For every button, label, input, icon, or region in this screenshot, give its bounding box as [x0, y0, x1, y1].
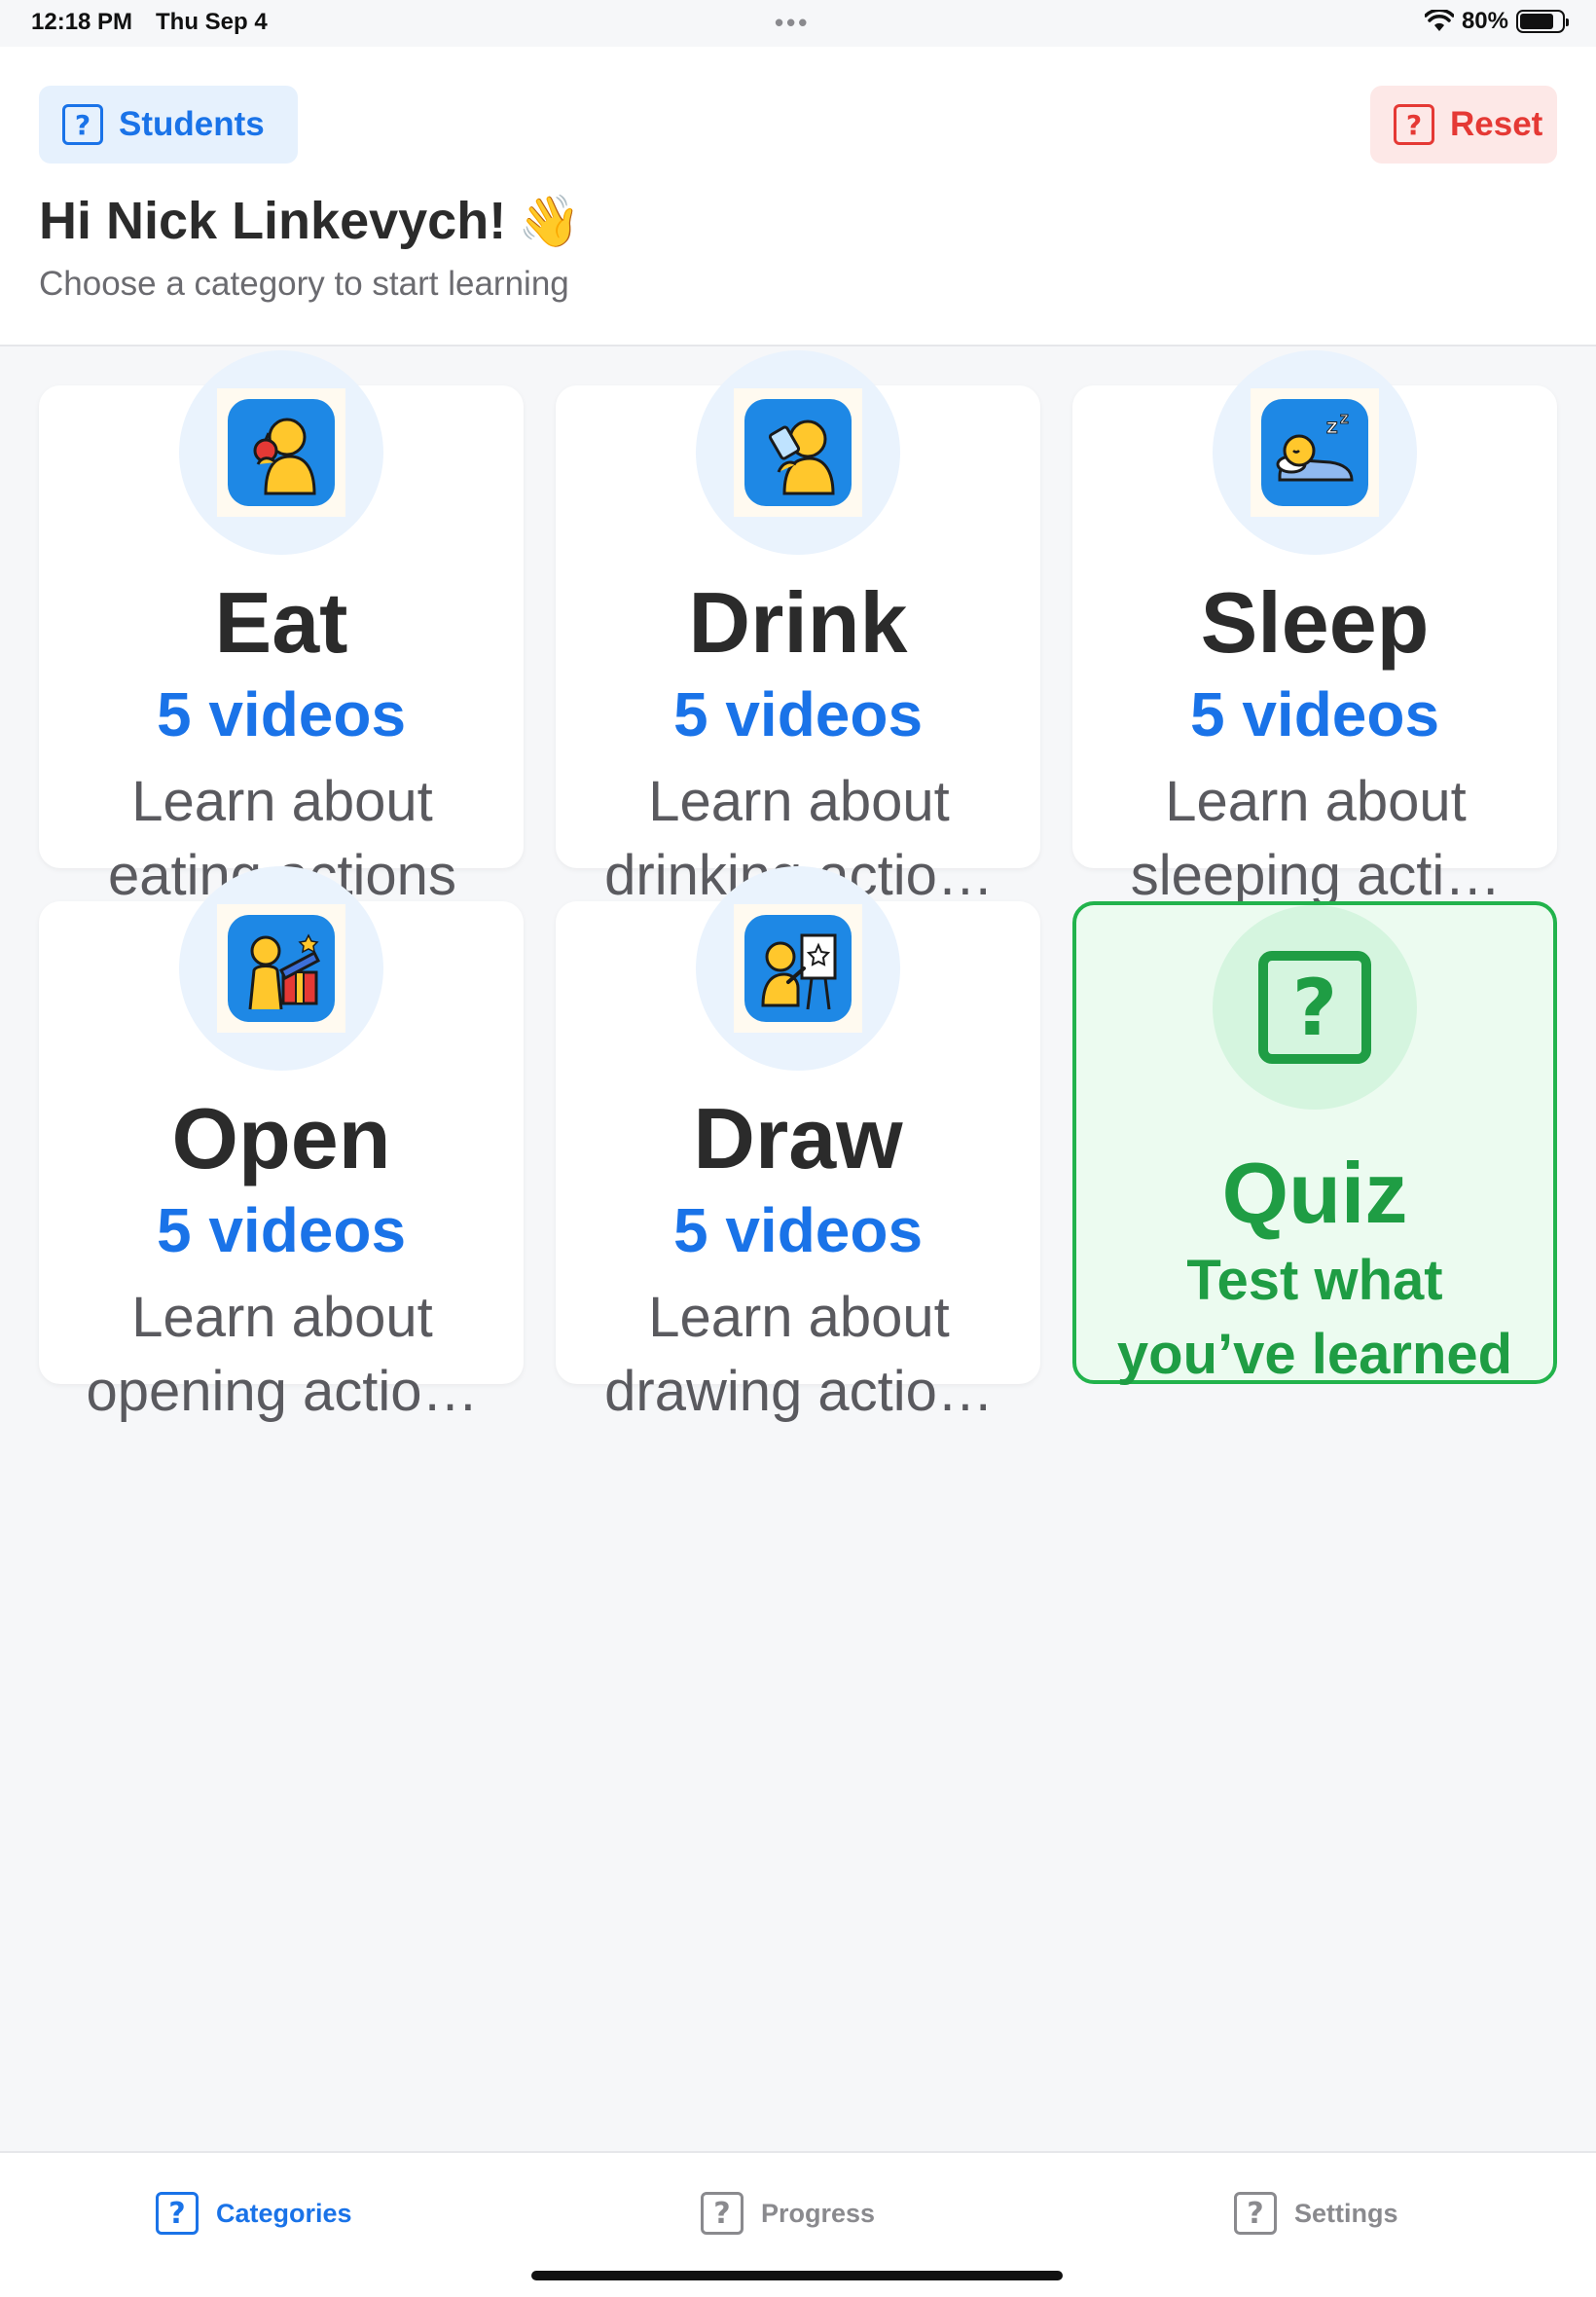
- tab-progress[interactable]: ? Progress: [701, 2192, 875, 2235]
- category-card-open[interactable]: Open 5 videos Learn about opening actio…: [39, 866, 524, 1423]
- category-card-draw[interactable]: Draw 5 videos Learn about drawing actio…: [556, 866, 1040, 1423]
- svg-text:Z: Z: [1326, 419, 1338, 437]
- tab-categories[interactable]: ? Categories: [156, 2192, 352, 2235]
- question-square-icon: ?: [62, 104, 103, 145]
- person-sleeping-icon: Z Z: [1261, 399, 1368, 506]
- tab-label: Progress: [761, 2198, 876, 2228]
- page-subtitle: Choose a category to start learning: [39, 265, 569, 303]
- greeting-text: Hi Nick Linkevych!: [39, 192, 507, 250]
- students-button[interactable]: ? Students: [39, 86, 298, 164]
- question-square-icon: ?: [1234, 2192, 1277, 2235]
- question-square-icon: ?: [1394, 104, 1434, 145]
- svg-text:Z: Z: [1340, 413, 1349, 426]
- battery-icon: [1516, 10, 1569, 33]
- status-date: Thu Sep 4: [156, 9, 268, 35]
- category-title: Drink: [688, 574, 908, 671]
- category-title: Draw: [693, 1090, 903, 1186]
- status-bar: 12:18 PM Thu Sep 4 ••• 80%: [0, 0, 1596, 47]
- quiz-title: Quiz: [1221, 1145, 1408, 1241]
- category-title: Eat: [214, 574, 348, 671]
- category-icon-circle: [179, 350, 383, 555]
- reset-button[interactable]: ? Reset: [1370, 86, 1557, 164]
- category-icon-circle: [179, 866, 383, 1071]
- battery-percentage: 80%: [1461, 8, 1508, 34]
- tab-label: Settings: [1294, 2198, 1398, 2228]
- tab-settings[interactable]: ? Settings: [1234, 2192, 1398, 2235]
- category-description: Learn about drawing actio…: [604, 1286, 994, 1423]
- category-card-eat[interactable]: Eat 5 videos Learn about eating actions: [39, 350, 524, 907]
- quiz-icon-circle: ?: [1213, 905, 1417, 1110]
- category-video-count: 5 videos: [156, 679, 407, 749]
- person-eating-icon: [228, 399, 335, 506]
- header: ? Students ? Reset Hi Nick Linkevych! 👋 …: [0, 47, 1596, 346]
- category-title: Open: [171, 1090, 391, 1186]
- category-video-count: 5 videos: [672, 1195, 924, 1265]
- students-button-label: Students: [119, 105, 265, 143]
- person-opening-gift-icon: [228, 915, 335, 1022]
- status-time: 12:18 PM: [31, 9, 133, 35]
- waving-hand-icon: 👋: [518, 193, 581, 250]
- multitasking-dots-icon[interactable]: •••: [775, 8, 810, 38]
- question-square-icon: ?: [156, 2192, 199, 2235]
- quiz-subtitle: Test what you’ve learned: [1116, 1249, 1513, 1386]
- tab-label: Categories: [216, 2198, 352, 2228]
- category-title: Sleep: [1200, 574, 1430, 671]
- category-video-count: 5 videos: [1189, 679, 1440, 749]
- question-square-icon: ?: [701, 2192, 744, 2235]
- category-description: Learn about sleeping acti…: [1130, 770, 1502, 907]
- reset-button-label: Reset: [1450, 105, 1543, 143]
- category-video-count: 5 videos: [156, 1195, 407, 1265]
- category-description: Learn about opening actio…: [86, 1286, 479, 1423]
- category-video-count: 5 videos: [672, 679, 924, 749]
- category-card-drink[interactable]: Drink 5 videos Learn about drinking acti…: [556, 350, 1040, 907]
- person-drinking-icon: [744, 399, 852, 506]
- category-icon-circle: [696, 350, 900, 555]
- person-drawing-icon: [744, 915, 852, 1022]
- greeting: Hi Nick Linkevych! 👋: [39, 191, 581, 251]
- home-indicator[interactable]: [531, 2271, 1063, 2280]
- wifi-icon: [1424, 10, 1454, 31]
- category-icon-circle: [696, 866, 900, 1071]
- category-icon-circle: Z Z: [1213, 350, 1417, 555]
- question-square-icon: ?: [1258, 951, 1371, 1064]
- quiz-card[interactable]: ? Quiz Test what you’ve learned: [1072, 901, 1557, 1386]
- status-indicators: 80%: [1424, 8, 1569, 35]
- category-card-sleep[interactable]: Z Z Sleep 5 videos Learn about sleeping …: [1072, 350, 1557, 907]
